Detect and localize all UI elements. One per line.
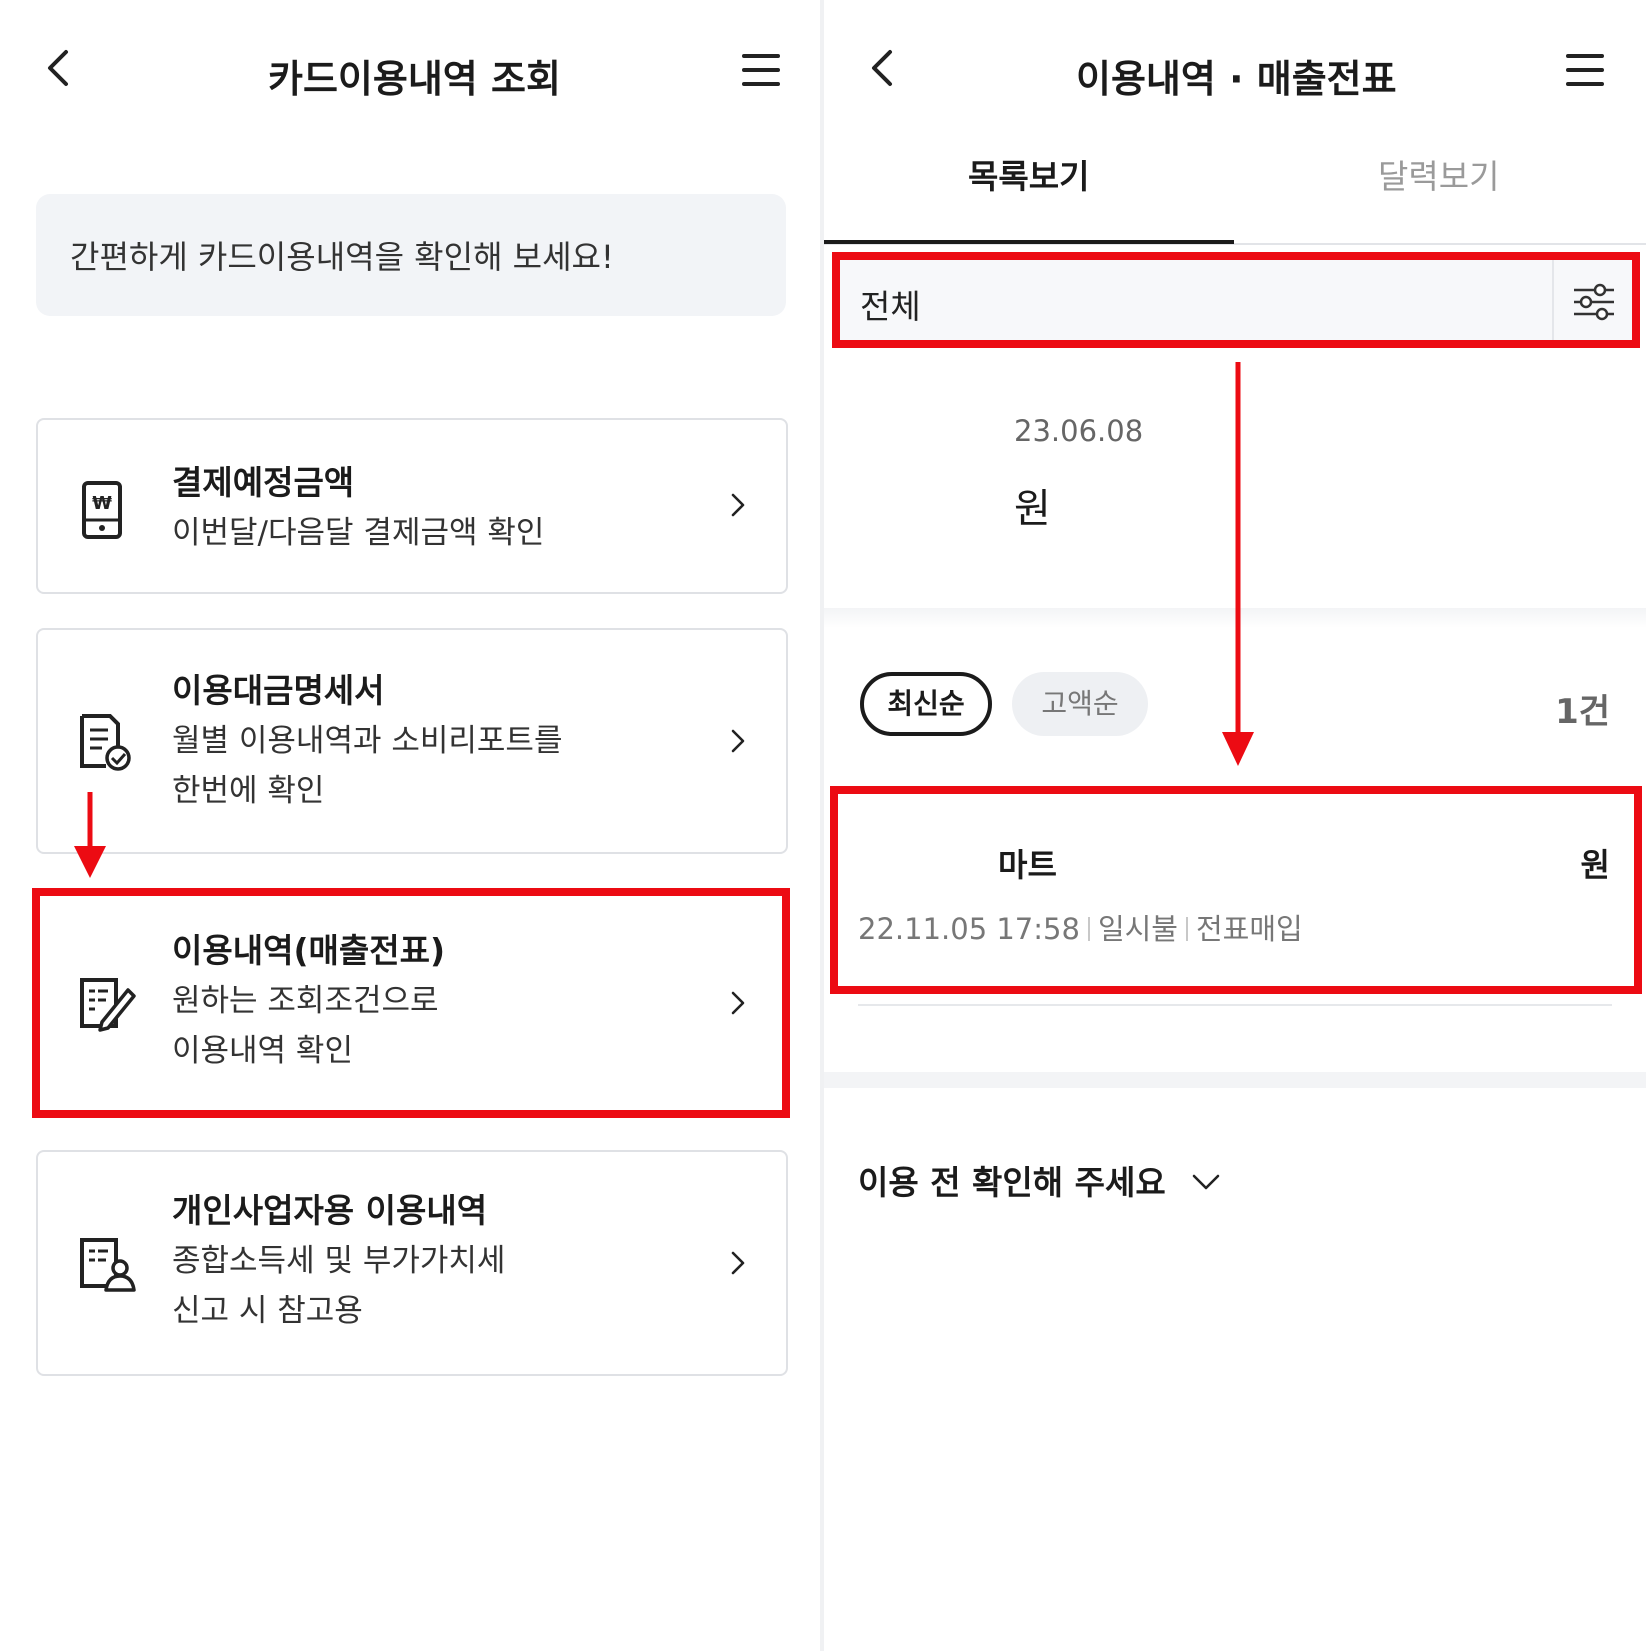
chevron-left-icon [48,50,68,86]
highlight-box [830,786,1642,994]
phone-won-icon: ₩ [78,480,126,544]
card-description: 한번에 확인 [172,773,325,809]
usage-history-screen: 이용내역 · 매출전표 목록보기 달력보기 전체 23.06.08 원 최신순 … [824,0,1646,1651]
card-statement[interactable]: 이용대금명세서 월별 이용내역과 소비리포트를 한번에 확인 [36,628,788,854]
section-separator [824,1072,1646,1088]
tab-list-view[interactable]: 목록보기 [968,150,1089,198]
card-menu-screen: 카드이용내역 조회 간편하게 카드이용내역을 확인해 보세요! ₩ 결제예정금액… [0,0,820,1651]
banner-text: 간편하게 카드이용내역을 확인해 보세요! [70,238,614,276]
notice-label: 이용 전 확인해 주세요 [858,1163,1166,1202]
document-user-icon [78,1236,136,1296]
card-title: 이용대금명세서 [172,671,385,710]
summary-date: 23.06.08 [1014,414,1144,448]
chevron-right-icon [730,492,746,522]
highlight-box [32,888,790,1118]
annotation-arrow [1222,362,1254,766]
statement-check-icon [78,712,134,776]
page-title: 이용내역 · 매출전표 [1076,57,1397,101]
chevron-right-icon [730,728,746,758]
list-divider [858,1004,1612,1006]
card-business-history[interactable]: 개인사업자용 이용내역 종합소득세 및 부가가치세 신고 시 참고용 [36,1150,788,1376]
card-title: 결제예정금액 [172,463,355,502]
back-button[interactable] [868,48,896,92]
card-payment-due[interactable]: ₩ 결제예정금액 이번달/다음달 결제금액 확인 [36,418,788,594]
back-button[interactable] [44,48,72,92]
hamburger-icon [742,54,780,86]
annotation-arrow [74,792,106,878]
sort-amount-button[interactable]: 고액순 [1012,672,1148,736]
info-banner: 간편하게 카드이용내역을 확인해 보세요! [36,194,786,316]
sort-latest-button[interactable]: 최신순 [860,672,992,736]
summary-amount: 원 [1014,486,1051,532]
tab-active-indicator [824,240,1234,244]
card-description: 신고 시 참고용 [172,1293,363,1329]
card-title: 개인사업자용 이용내역 [172,1191,488,1230]
chevron-left-icon [872,50,892,86]
notice-toggle[interactable]: 이용 전 확인해 주세요 [858,1156,1221,1204]
card-description: 월별 이용내역과 소비리포트를 [172,723,563,759]
card-description: 이번달/다음달 결제금액 확인 [172,515,545,551]
result-count: 1건 [1555,692,1610,732]
highlight-box [832,252,1640,348]
menu-button[interactable] [1566,54,1604,96]
page-title: 카드이용내역 조회 [268,57,561,101]
menu-button[interactable] [742,54,780,96]
svg-text:₩: ₩ [92,493,112,514]
chevron-down-icon [1192,1174,1220,1190]
tab-calendar-view[interactable]: 달력보기 [1378,150,1499,198]
hamburger-icon [1566,54,1604,86]
card-description: 종합소득세 및 부가가치세 [172,1243,506,1279]
chevron-right-icon [730,1250,746,1280]
